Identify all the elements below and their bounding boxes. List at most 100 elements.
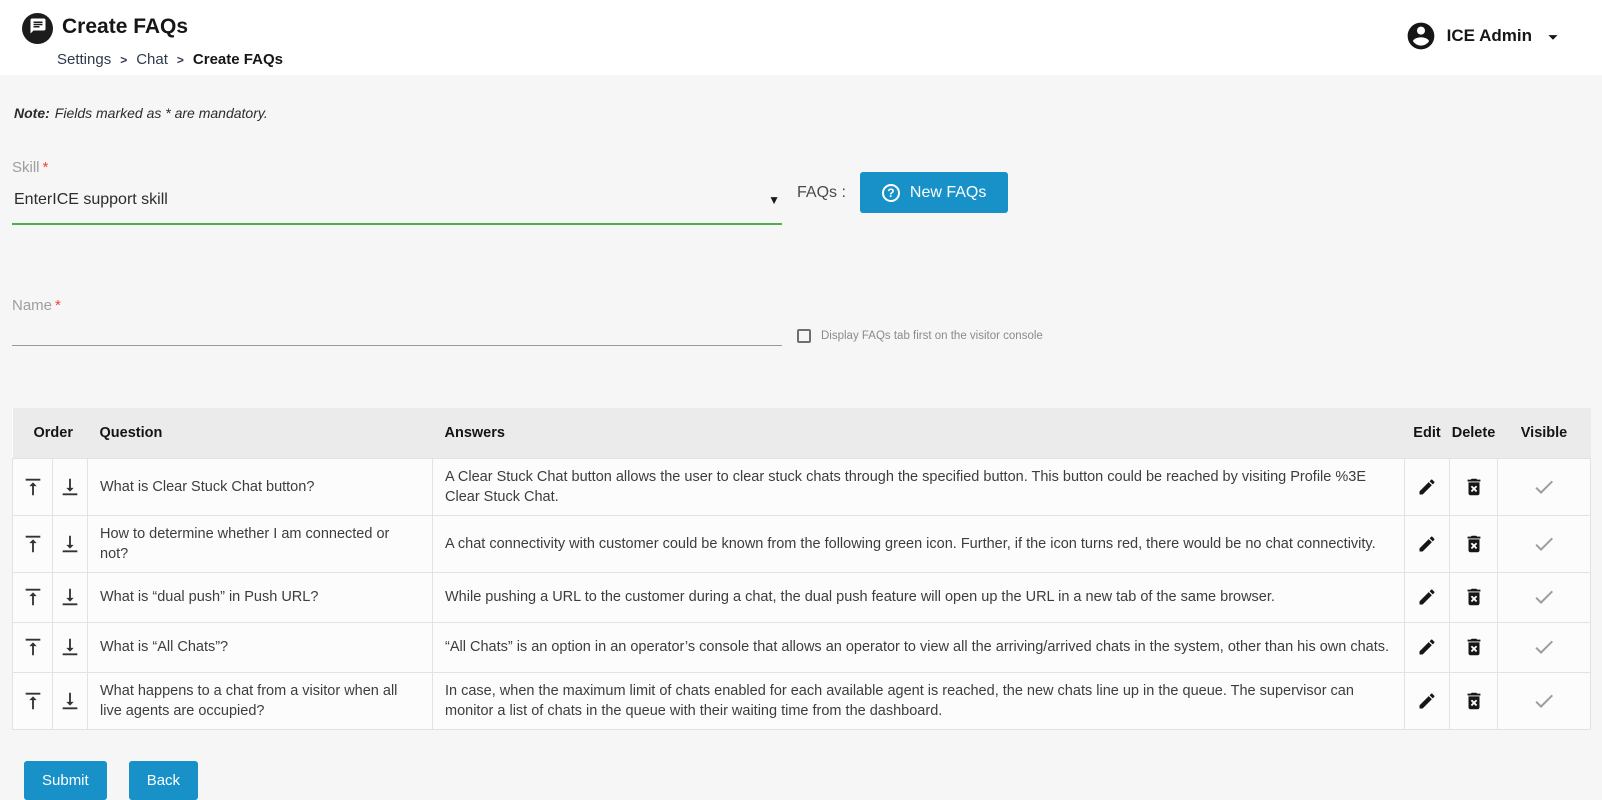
move-to-top-icon[interactable]	[22, 586, 44, 608]
pencil-icon[interactable]	[1417, 691, 1437, 711]
submit-button[interactable]: Submit	[24, 760, 107, 800]
trash-x-icon[interactable]	[1463, 690, 1485, 712]
col-header-visible: Visible	[1497, 408, 1591, 458]
pencil-icon[interactable]	[1417, 477, 1437, 497]
breadcrumb-chat[interactable]: Chat	[136, 51, 168, 68]
form-left-column: Skill * EnterICE support skill ▼ Name *	[12, 159, 782, 346]
name-input[interactable]	[12, 320, 782, 346]
pencil-icon[interactable]	[1417, 534, 1437, 554]
user-menu[interactable]: ICE Admin	[1405, 20, 1564, 52]
order-down-cell	[52, 621, 88, 673]
col-header-question: Question	[87, 408, 433, 458]
skill-field-group: Skill * EnterICE support skill ▼	[12, 159, 782, 225]
page-title: Create FAQs	[62, 15, 189, 38]
move-to-bottom-icon[interactable]	[59, 533, 81, 555]
visible-cell	[1497, 514, 1591, 573]
chevron-down-icon	[1542, 24, 1564, 48]
move-to-top-icon[interactable]	[22, 636, 44, 658]
new-faqs-button[interactable]: ? New FAQs	[859, 172, 1009, 213]
faq-table: Order Question Answers Edit Delete Visib…	[12, 408, 1591, 730]
display-faqs-first-checkbox-row[interactable]: Display FAQs tab first on the visitor co…	[797, 329, 1590, 343]
new-faqs-button-label: New FAQs	[909, 183, 987, 201]
edit-cell	[1404, 457, 1450, 516]
name-label: Name *	[12, 297, 61, 314]
check-icon[interactable]	[1532, 635, 1556, 659]
app-logo	[22, 13, 53, 44]
question-text: What is “dual push” in Push URL?	[100, 589, 319, 605]
move-to-bottom-icon[interactable]	[59, 636, 81, 658]
skill-select[interactable]: EnterICE support skill ▼	[12, 185, 782, 225]
question-cell: What is “dual push” in Push URL?	[87, 571, 433, 623]
col-header-order: Order	[12, 408, 88, 458]
edit-cell	[1404, 514, 1450, 573]
order-up-cell	[12, 514, 53, 573]
answer-text: In case, when the maximum limit of chats…	[445, 682, 1354, 719]
visible-cell	[1497, 571, 1591, 623]
col-header-delete: Delete	[1449, 408, 1498, 458]
delete-cell	[1449, 571, 1498, 623]
answer-text: A chat connectivity with customer could …	[445, 535, 1376, 552]
check-icon[interactable]	[1532, 689, 1556, 713]
question-text: What is “All Chats”?	[100, 639, 229, 655]
order-up-cell	[12, 671, 53, 730]
answer-text: “All Chats” is an option in an operator’…	[445, 639, 1390, 655]
check-icon[interactable]	[1532, 532, 1556, 556]
move-to-top-icon[interactable]	[22, 476, 44, 498]
trash-x-icon[interactable]	[1463, 476, 1485, 498]
visible-cell	[1497, 671, 1591, 730]
answer-cell: In case, when the maximum limit of chats…	[432, 671, 1405, 730]
answer-text: A Clear Stuck Chat button allows the use…	[445, 468, 1366, 505]
pencil-icon[interactable]	[1417, 637, 1437, 657]
checkbox-label: Display FAQs tab first on the visitor co…	[821, 330, 1043, 342]
dropdown-caret-icon: ▼	[768, 193, 780, 207]
content-area: Note: Fields marked as * are mandatory. S…	[0, 75, 1602, 800]
edit-cell	[1404, 621, 1450, 673]
required-asterisk: *	[42, 159, 49, 176]
move-to-top-icon[interactable]	[22, 690, 44, 712]
table-row: What happens to a chat from a visitor wh…	[12, 671, 1591, 730]
breadcrumb-settings[interactable]: Settings	[57, 51, 111, 68]
trash-x-icon[interactable]	[1463, 636, 1485, 658]
order-up-cell	[12, 621, 53, 673]
delete-cell	[1449, 514, 1498, 573]
move-to-bottom-icon[interactable]	[59, 476, 81, 498]
order-down-cell	[52, 514, 88, 573]
bottom-actions: Submit Back	[12, 760, 1590, 800]
check-icon[interactable]	[1532, 475, 1556, 499]
breadcrumb-current: Create FAQs	[192, 51, 283, 68]
name-field-group: Name *	[12, 297, 782, 346]
check-icon[interactable]	[1532, 585, 1556, 609]
trash-x-icon[interactable]	[1463, 586, 1485, 608]
move-to-bottom-icon[interactable]	[59, 586, 81, 608]
form-right-column: FAQs : ? New FAQs Display FAQs tab first…	[797, 159, 1590, 346]
trash-x-icon[interactable]	[1463, 533, 1485, 555]
question-cell: What is Clear Stuck Chat button?	[87, 457, 433, 516]
answer-text: While pushing a URL to the customer duri…	[445, 589, 1275, 605]
note-prefix: Note:	[14, 105, 50, 121]
app-header: Create FAQs Settings > Chat > Create FAQ…	[0, 0, 1602, 75]
pencil-icon[interactable]	[1417, 587, 1437, 607]
table-row: What is Clear Stuck Chat button? A Clear…	[12, 457, 1591, 516]
table-header-row: Order Question Answers Edit Delete Visib…	[12, 408, 1591, 458]
visible-cell	[1497, 457, 1591, 516]
move-to-bottom-icon[interactable]	[59, 690, 81, 712]
answer-cell: A Clear Stuck Chat button allows the use…	[432, 457, 1405, 516]
answer-cell: “All Chats” is an option in an operator’…	[432, 621, 1405, 673]
checkbox-unchecked[interactable]	[797, 329, 811, 343]
back-button[interactable]: Back	[128, 760, 199, 800]
breadcrumb-separator: >	[176, 52, 184, 67]
breadcrumb: Settings > Chat > Create FAQs	[57, 51, 283, 68]
form-grid: Skill * EnterICE support skill ▼ Name * FA…	[12, 159, 1590, 346]
col-header-answers: Answers	[432, 408, 1405, 458]
answer-cell: While pushing a URL to the customer duri…	[432, 571, 1405, 623]
move-to-top-icon[interactable]	[22, 533, 44, 555]
order-up-cell	[12, 457, 53, 516]
required-asterisk: *	[55, 297, 61, 314]
account-circle-icon	[1405, 20, 1437, 52]
skill-selected-value: EnterICE support skill	[14, 191, 168, 208]
faqs-label: FAQs :	[797, 183, 846, 201]
order-down-cell	[52, 571, 88, 623]
help-icon: ?	[881, 183, 900, 202]
mandatory-note: Note: Fields marked as * are mandatory.	[12, 75, 1590, 121]
faqs-row: FAQs : ? New FAQs	[797, 159, 1590, 213]
